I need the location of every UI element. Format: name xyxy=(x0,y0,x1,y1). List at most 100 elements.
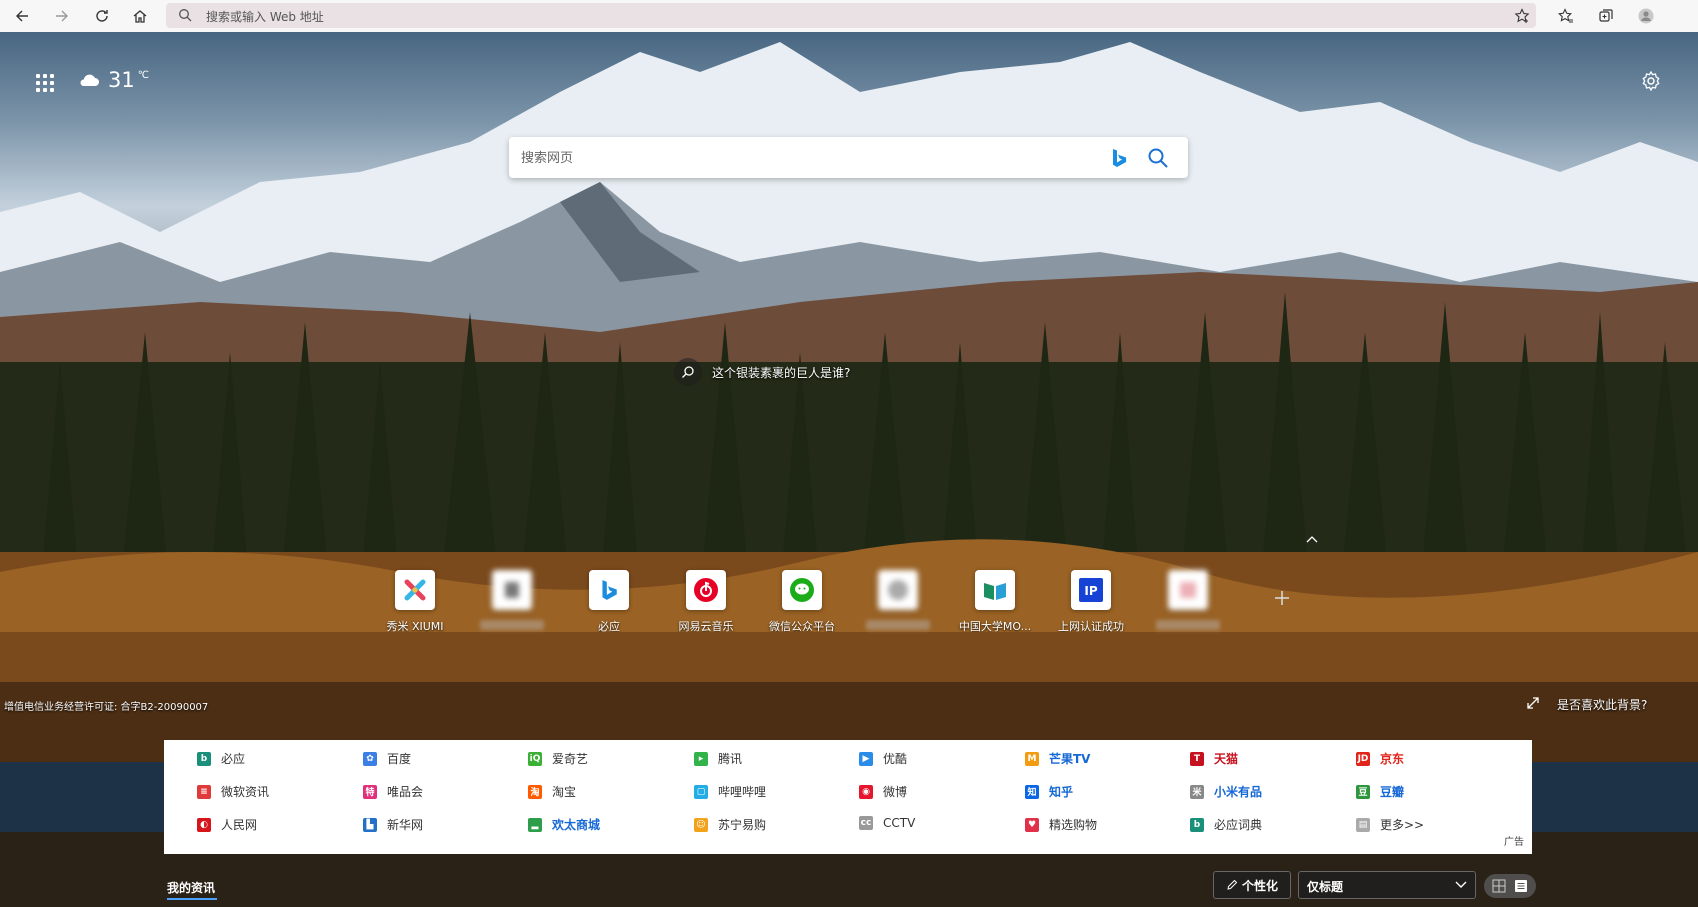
site-link[interactable]: 豆豆瓣 xyxy=(1356,783,1404,800)
quick-link[interactable] xyxy=(1143,570,1233,630)
quick-link[interactable]: IP 上网认证成功 xyxy=(1046,570,1136,632)
site-link[interactable]: b 必应词典 xyxy=(1190,816,1262,833)
xiumi-icon xyxy=(395,570,435,610)
site-link-icon: M xyxy=(1025,751,1039,766)
site-link-icon: cc xyxy=(859,816,873,830)
site-link-label: 精选购物 xyxy=(1049,818,1098,832)
home-button[interactable] xyxy=(126,4,154,28)
image-info-hint[interactable]: 这个银装素裹的巨人是谁? xyxy=(674,358,850,386)
profile-icon xyxy=(1638,8,1654,24)
layout-select[interactable]: 仅标题 xyxy=(1298,871,1476,899)
site-link-label: 小米有品 xyxy=(1214,785,1263,799)
site-link-icon: ▸ xyxy=(694,751,708,766)
refresh-button[interactable] xyxy=(88,4,116,28)
site-link[interactable]: M 芒果TV xyxy=(1025,750,1090,767)
site-link[interactable]: ◐ 人民网 xyxy=(197,816,257,833)
site-link[interactable]: 米小米有品 xyxy=(1190,783,1262,800)
collections-button[interactable] xyxy=(1592,4,1620,28)
site-link-label: 微软资讯 xyxy=(221,785,270,799)
like-background-prompt[interactable]: 是否喜欢此背景? xyxy=(1557,696,1647,713)
chevron-up-icon[interactable] xyxy=(1304,531,1320,547)
quick-link[interactable] xyxy=(853,570,943,630)
site-link-icon: ▢ xyxy=(694,784,708,799)
my-news-tab[interactable]: 我的资讯 xyxy=(167,879,215,896)
site-link[interactable]: b 必应 xyxy=(197,750,245,767)
site-link-label: 淘宝 xyxy=(552,785,577,799)
site-link-icon: T xyxy=(1190,751,1204,766)
svg-text:IP: IP xyxy=(1084,584,1097,598)
back-icon xyxy=(16,10,28,22)
expand-icon[interactable] xyxy=(1526,696,1540,710)
site-link-label: 京东 xyxy=(1380,752,1405,766)
quick-link-label: 微信公众平台 xyxy=(769,620,835,632)
site-link-icon: ▂ xyxy=(528,817,542,832)
view-toggle[interactable] xyxy=(1484,874,1536,898)
quick-link[interactable]: 微信公众平台 xyxy=(757,570,847,632)
site-link[interactable]: iQ 爱奇艺 xyxy=(528,750,588,767)
site-link-icon: 豆 xyxy=(1356,784,1370,799)
quick-link-label: 秀米 XIUMI xyxy=(386,620,444,632)
address-input[interactable] xyxy=(204,5,1478,28)
site-link-icon: 米 xyxy=(1190,784,1204,799)
quick-link[interactable]: 网易云音乐 xyxy=(661,570,751,632)
grid-view-icon[interactable] xyxy=(1492,879,1506,893)
search-input[interactable] xyxy=(519,146,1083,170)
site-link-icon: 知 xyxy=(1025,784,1039,799)
license-text: 增值电信业务经营许可证: 合字B2-20090007 xyxy=(4,702,209,713)
bing-logo-icon[interactable] xyxy=(1109,147,1129,169)
profile-button[interactable] xyxy=(1632,4,1660,28)
site-link[interactable]: ☺ 苏宁易购 xyxy=(694,816,766,833)
forward-button[interactable] xyxy=(48,4,76,28)
site-link[interactable]: 特唯品会 xyxy=(363,783,423,800)
quick-link[interactable]: 秀米 XIUMI xyxy=(370,570,460,632)
site-link[interactable]: 淘淘宝 xyxy=(528,783,576,800)
site-link[interactable]: cc CCTV xyxy=(859,816,915,830)
site-link[interactable]: 知知乎 xyxy=(1025,783,1073,800)
personalize-button[interactable]: 个性化 xyxy=(1213,871,1291,899)
weather-widget[interactable]: 31 ℃ xyxy=(78,68,149,92)
favorites-icon xyxy=(1558,8,1573,23)
site-link[interactable]: ▸ 腾讯 xyxy=(694,750,742,767)
site-link[interactable]: JD 京东 xyxy=(1356,750,1404,767)
search-icon xyxy=(179,9,192,22)
site-link-label: 天猫 xyxy=(1214,752,1239,766)
address-bar[interactable] xyxy=(166,3,1536,28)
add-favorite-icon xyxy=(1514,8,1530,23)
site-link[interactable]: ◉ 微博 xyxy=(859,783,907,800)
site-link[interactable]: ▙ 新华网 xyxy=(363,816,423,833)
add-favorite-button[interactable] xyxy=(1512,6,1532,26)
personalize-label: 个性化 xyxy=(1241,878,1278,893)
quick-link[interactable]: 必应 xyxy=(564,570,654,632)
site-link-label: 哔哩哔哩 xyxy=(718,785,767,799)
settings-gear-icon[interactable] xyxy=(1640,70,1662,92)
site-link-icon: ▤ xyxy=(1356,817,1370,832)
quick-link-label: 必应 xyxy=(598,620,620,632)
site-link[interactable]: ✿ 百度 xyxy=(363,750,411,767)
add-quick-link-icon[interactable] xyxy=(1272,588,1292,608)
site-link-icon: JD xyxy=(1356,751,1370,766)
quick-link[interactable]: 中国大学MO... xyxy=(950,570,1040,632)
browser-toolbar xyxy=(0,0,1698,33)
apps-launcher-button[interactable] xyxy=(34,72,56,94)
search-icon[interactable] xyxy=(1147,147,1169,169)
quick-link[interactable] xyxy=(467,570,557,630)
back-button[interactable] xyxy=(8,4,36,28)
site-link[interactable]: ▤ 更多>> xyxy=(1356,816,1424,833)
site-link[interactable]: ♥ 精选购物 xyxy=(1025,816,1097,833)
site-link[interactable]: ≡ 微软资讯 xyxy=(197,783,269,800)
site-link[interactable]: ▂ 欢太商城 xyxy=(528,816,600,833)
image-search-icon xyxy=(674,358,702,386)
collections-icon xyxy=(1599,9,1613,22)
pencil-icon xyxy=(1227,879,1238,890)
site-link[interactable]: ▶ 优酷 xyxy=(859,750,907,767)
site-link[interactable]: T 天猫 xyxy=(1190,750,1238,767)
site-link-icon: ≡ xyxy=(197,784,211,799)
home-icon xyxy=(133,10,147,23)
favorites-button[interactable] xyxy=(1552,4,1580,28)
image-info-text: 这个银装素裹的巨人是谁? xyxy=(712,365,851,380)
site-link[interactable]: ▢ 哔哩哔哩 xyxy=(694,783,766,800)
site-link-icon: b xyxy=(1190,817,1204,832)
blurred-label xyxy=(480,620,544,630)
list-view-icon[interactable] xyxy=(1514,879,1528,893)
quick-link-label: 上网认证成功 xyxy=(1058,620,1124,632)
